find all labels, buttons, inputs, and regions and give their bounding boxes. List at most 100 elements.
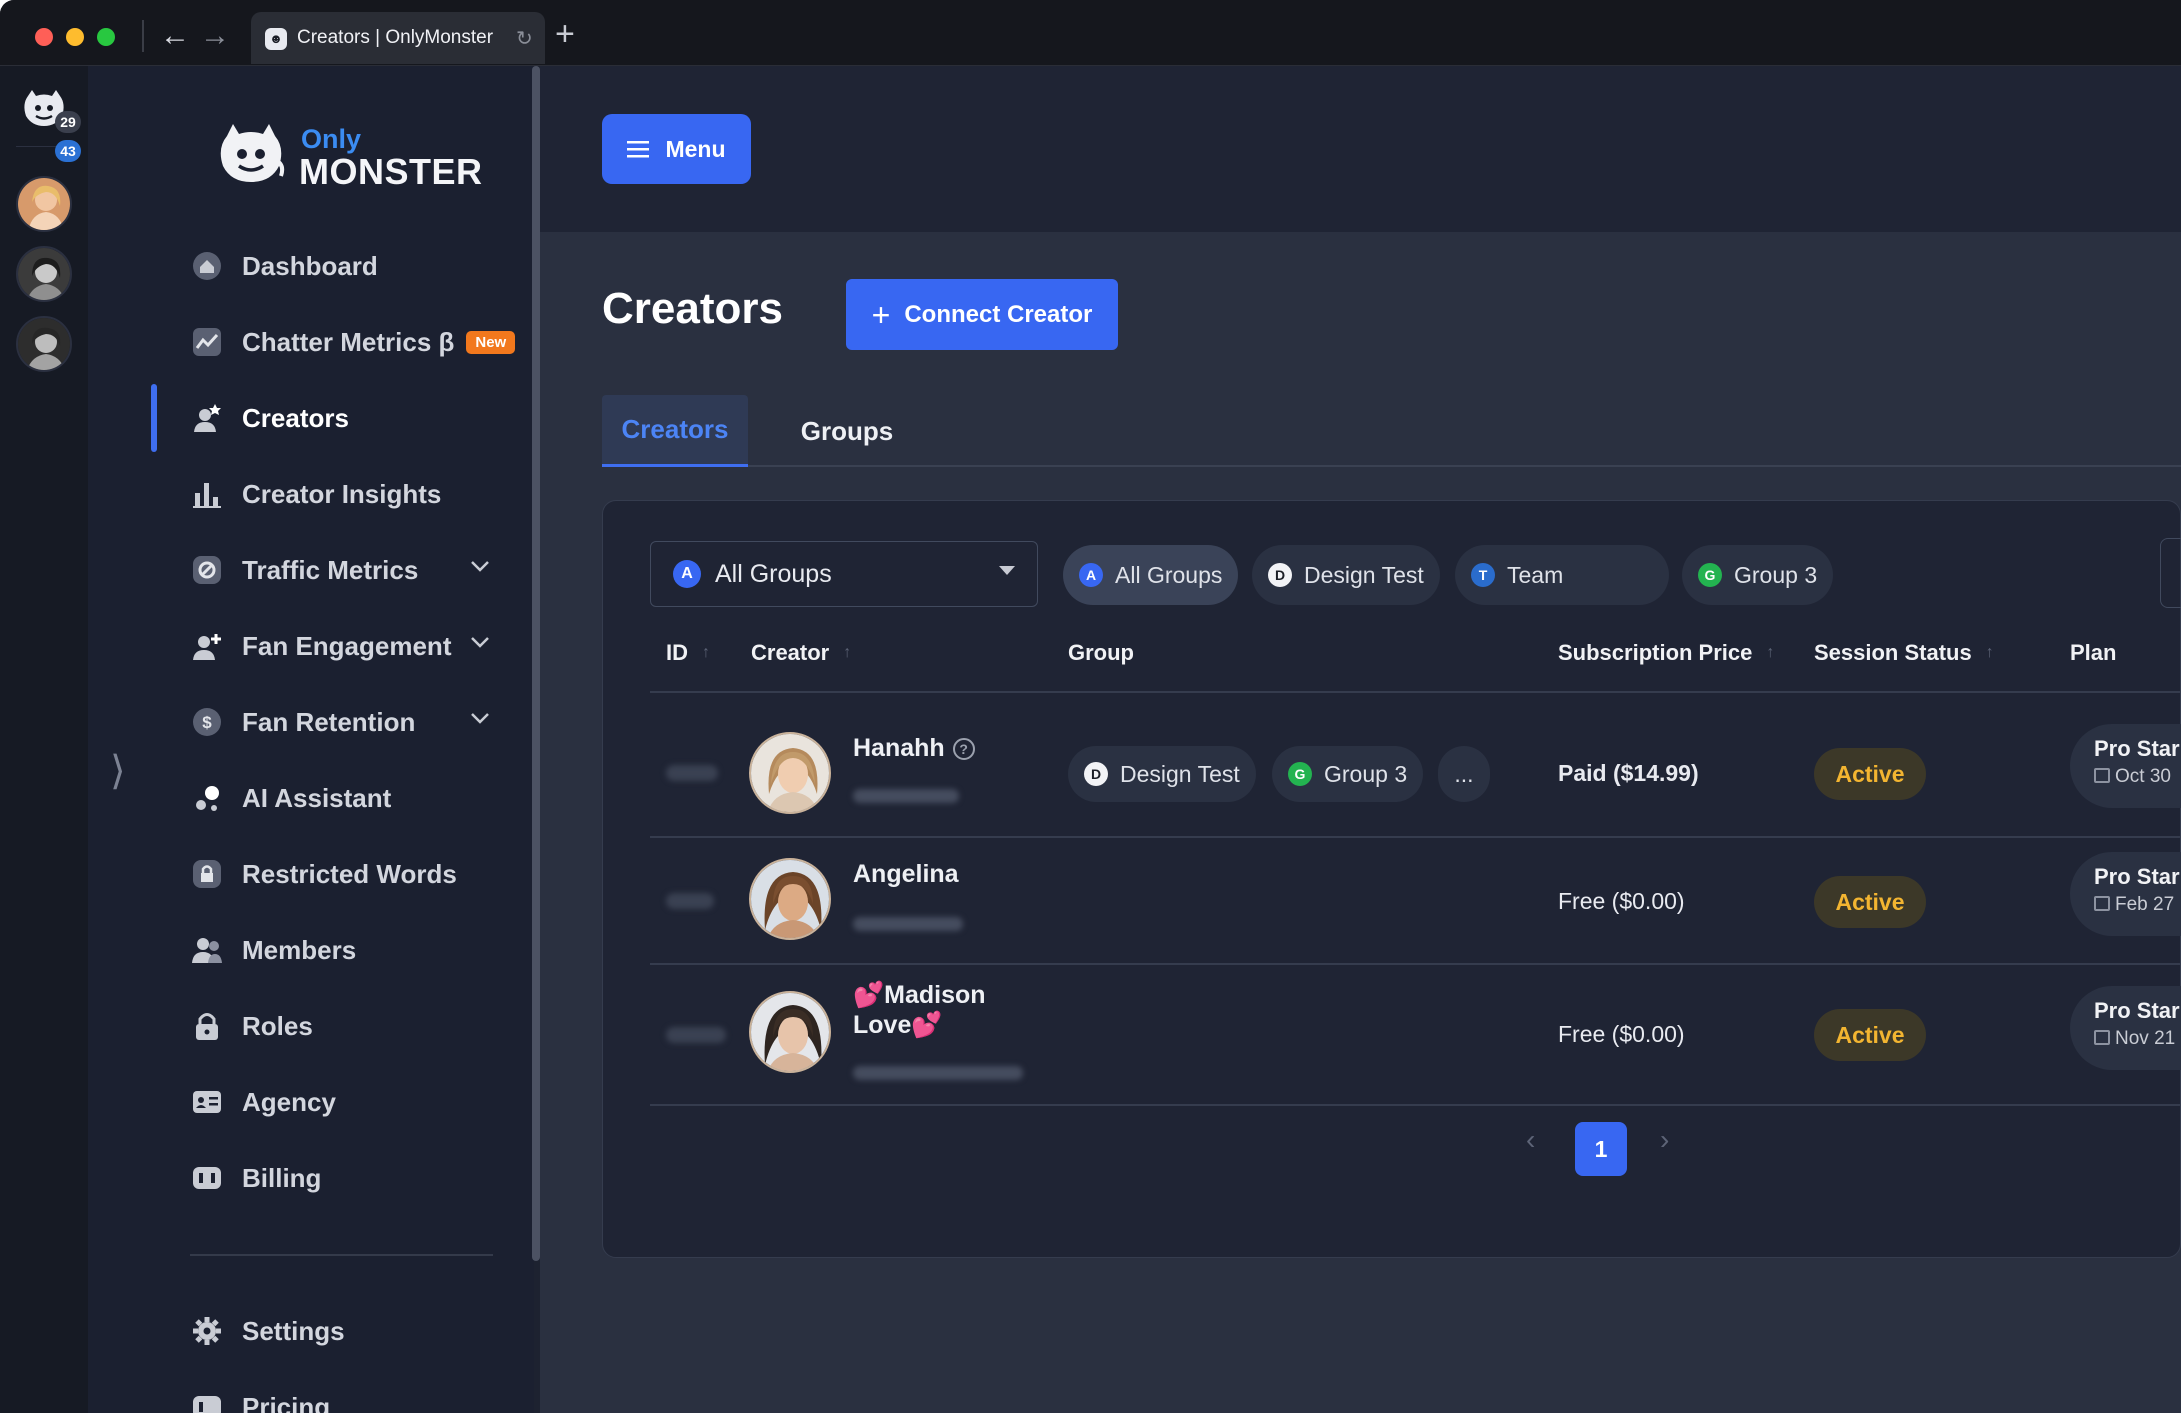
sidebar-item-restricted-words[interactable]: Restricted Words — [190, 844, 520, 904]
menu-button[interactable]: Menu — [602, 114, 751, 184]
sidebar-item-label: Chatter Metrics β — [242, 326, 455, 357]
brand-monster-text: MONSTER — [299, 151, 483, 192]
forward-arrow-icon[interactable]: → — [200, 18, 230, 54]
column-header-id[interactable]: ID ↑ — [666, 640, 710, 666]
group-tag-group-3[interactable]: G Group 3 — [1272, 746, 1424, 802]
calendar-icon — [2094, 896, 2110, 911]
creator-avatar-2[interactable] — [16, 246, 72, 302]
calendar-icon — [2094, 768, 2110, 783]
sidebar-item-creator-insights[interactable]: Creator Insights — [190, 464, 520, 524]
group-filter-select[interactable]: A All Groups — [650, 541, 1038, 607]
subscription-price: Paid ($14.99) — [1558, 760, 1699, 786]
sidebar-item-label: Fan Engagement — [242, 630, 452, 661]
sidebar-item-dashboard[interactable]: Dashboard — [190, 236, 520, 296]
creator-username-redacted — [853, 1066, 1023, 1080]
browser-titlebar: ← → ☻ Creators | OnlyMonster ↻ + — [0, 0, 2181, 66]
avatar[interactable] — [749, 732, 831, 814]
favicon-icon: ☻ — [265, 28, 287, 50]
sidebar-item-settings[interactable]: Settings — [190, 1301, 520, 1361]
sidebar-item-label: Settings — [242, 1315, 345, 1346]
avatar[interactable] — [749, 858, 831, 940]
column-header-creator[interactable]: Creator ↑ — [751, 640, 851, 666]
group-tag-label: Group 3 — [1324, 760, 1408, 787]
sort-arrow-icon[interactable]: ↑ — [843, 644, 851, 662]
help-icon[interactable]: ? — [952, 738, 975, 761]
group-tag-design-test[interactable]: D Design Test — [1068, 746, 1256, 802]
page-number-button[interactable]: 1 — [1575, 1122, 1627, 1176]
search-box[interactable] — [2160, 538, 2181, 608]
sidebar-item-chatter-metrics[interactable]: Chatter Metrics β New — [190, 312, 520, 372]
more-groups-button[interactable]: ... — [1438, 746, 1490, 802]
column-header-label: Group — [1068, 640, 1134, 665]
close-window-button[interactable] — [35, 28, 53, 46]
avatar[interactable] — [749, 991, 831, 1073]
chevron-down-icon[interactable] — [470, 712, 490, 724]
dollar-icon: $ — [190, 705, 224, 739]
sidebar-item-fan-engagement[interactable]: Fan Engagement — [190, 616, 520, 676]
sidebar-item-label: AI Assistant — [242, 782, 392, 813]
creator-star-icon — [190, 401, 224, 435]
prev-page-button[interactable]: ‹ — [1526, 1124, 1535, 1156]
creator-name[interactable]: 💕Madison Love💕 — [853, 980, 986, 1040]
creator-avatar-3[interactable] — [16, 316, 72, 372]
plan-badge[interactable]: Pro Star Nov 21 — [2070, 986, 2181, 1070]
sidebar-item-creators[interactable]: Creators — [190, 388, 520, 448]
sidebar-item-agency[interactable]: Agency — [190, 1072, 520, 1132]
group-chip-group-3[interactable]: G Group 3 — [1682, 545, 1834, 605]
sidebar-item-traffic-metrics[interactable]: Traffic Metrics — [190, 540, 520, 600]
back-arrow-icon[interactable]: ← — [160, 18, 190, 54]
plan-badge[interactable]: Pro Star Oct 30 — [2070, 724, 2181, 808]
group-letter-icon: A — [1079, 563, 1103, 587]
sidebar-collapse-toggle[interactable]: ⟩ — [110, 748, 126, 794]
sidebar-item-roles[interactable]: Roles — [190, 996, 520, 1056]
svg-text:$: $ — [202, 713, 212, 732]
active-nav-indicator — [151, 384, 157, 452]
sidebar-item-ai-assistant[interactable]: AI Assistant — [190, 768, 520, 828]
reload-icon[interactable]: ↻ — [516, 26, 533, 51]
group-tag-label: Design Test — [1120, 760, 1240, 787]
sidebar-item-label: Roles — [242, 1010, 313, 1041]
chevron-down-icon[interactable] — [470, 560, 490, 572]
tab-groups[interactable]: Groups — [782, 395, 912, 467]
group-chip-all-groups[interactable]: A All Groups — [1063, 545, 1239, 605]
group-chip-team[interactable]: T Team — [1455, 545, 1669, 605]
tab-creators[interactable]: Creators — [602, 395, 748, 467]
sort-arrow-icon[interactable]: ↑ — [1986, 644, 1994, 662]
new-tab-button[interactable]: + — [555, 16, 575, 52]
creator-avatar-1[interactable] — [16, 176, 72, 232]
sidebar-item-members[interactable]: Members — [190, 920, 520, 980]
brand-only-text: Only — [301, 124, 362, 154]
chip-label: Group 3 — [1734, 561, 1818, 588]
group-letter-icon: T — [1471, 563, 1495, 587]
connect-creator-label: Connect Creator — [904, 300, 1093, 328]
browser-tab[interactable]: ☻ Creators | OnlyMonster ↻ — [251, 12, 545, 64]
browser-tab-title: Creators | OnlyMonster — [297, 27, 494, 48]
creator-name[interactable]: Angelina — [853, 859, 959, 889]
sidebar-scrollbar[interactable] — [532, 66, 540, 1261]
creator-name[interactable]: Hanahh? — [853, 733, 975, 763]
sidebar-item-billing[interactable]: Billing — [190, 1148, 520, 1208]
connect-creator-button[interactable]: + Connect Creator — [846, 279, 1118, 350]
sidebar-item-label: Creators — [242, 402, 349, 433]
next-page-button[interactable]: › — [1660, 1124, 1669, 1156]
creator-id-redacted — [666, 1027, 726, 1043]
minimize-window-button[interactable] — [66, 28, 84, 46]
plus-icon: + — [871, 296, 891, 333]
sidebar-item-fan-retention[interactable]: $ Fan Retention — [190, 692, 520, 752]
sort-arrow-icon[interactable]: ↑ — [702, 644, 710, 662]
column-header-session-status[interactable]: Session Status ↑ — [1814, 640, 1994, 666]
sidebar-item-label: Billing — [242, 1162, 322, 1193]
column-header-subscription-price[interactable]: Subscription Price ↑ — [1558, 640, 1774, 666]
monster-logo-icon — [220, 124, 285, 182]
sidebar-item-pricing[interactable]: Pricing — [190, 1377, 520, 1413]
maximize-window-button[interactable] — [97, 28, 115, 46]
group-chip-design-test[interactable]: D Design Test — [1252, 545, 1440, 605]
billing-icon — [190, 1161, 224, 1195]
creator-rail — [0, 66, 88, 1413]
sidebar-item-label: Fan Retention — [242, 706, 416, 737]
hamburger-icon — [627, 141, 650, 158]
chevron-down-icon[interactable] — [470, 636, 490, 648]
sort-arrow-icon[interactable]: ↑ — [1766, 644, 1774, 662]
chip-label: Design Test — [1304, 561, 1424, 588]
plan-badge[interactable]: Pro Star Feb 27 — [2070, 852, 2181, 936]
